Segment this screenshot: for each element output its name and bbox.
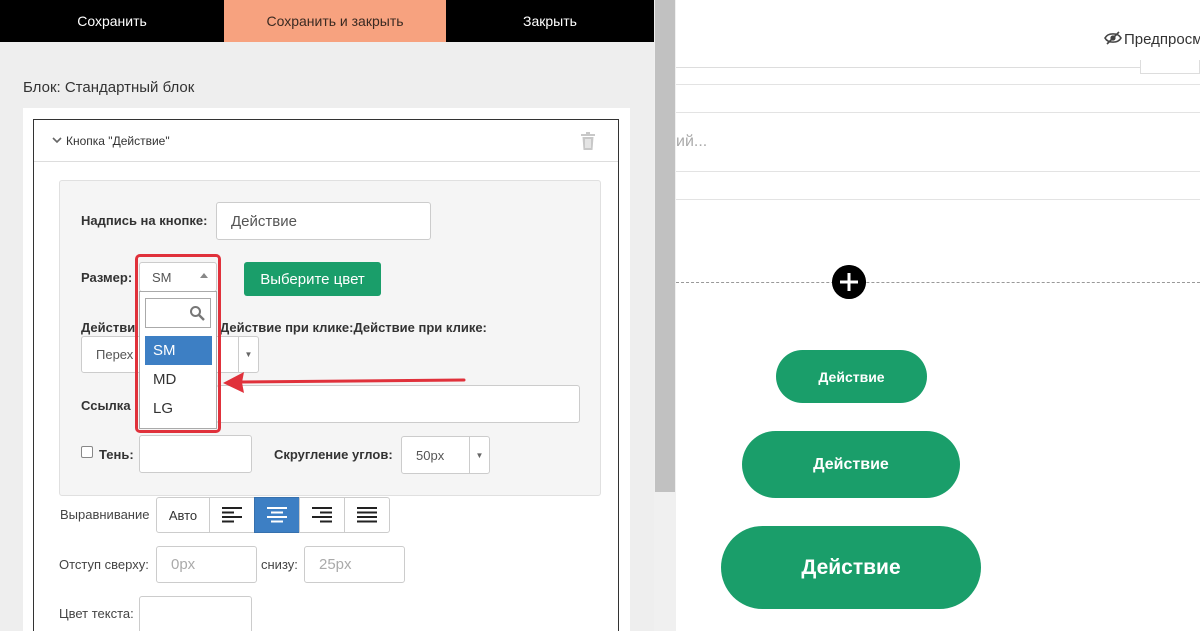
action-select-value: Перех bbox=[96, 347, 134, 362]
chevron-down-icon[interactable] bbox=[52, 135, 62, 145]
action-label-repeat: Действие при клике:Действие при клике: bbox=[220, 320, 487, 335]
save-and-close-button[interactable]: Сохранить и закрыть bbox=[224, 0, 446, 42]
align-label: Выравнивание bbox=[60, 507, 150, 522]
caption-label: Надпись на кнопке: bbox=[81, 213, 208, 228]
align-right-button[interactable] bbox=[299, 497, 345, 533]
preview-tab bbox=[1140, 60, 1200, 74]
radius-label: Скругление углов: bbox=[274, 447, 393, 462]
text-color-label: Цвет текста: bbox=[59, 606, 134, 621]
link-input[interactable] bbox=[216, 385, 580, 423]
chevron-up-icon bbox=[200, 273, 208, 278]
divider bbox=[676, 171, 1200, 172]
divider bbox=[676, 84, 1200, 85]
plus-circle-icon[interactable] bbox=[832, 265, 866, 299]
size-label: Размер: bbox=[81, 270, 133, 285]
close-button[interactable]: Закрыть bbox=[446, 0, 654, 42]
size-select[interactable]: SM bbox=[139, 262, 217, 292]
placeholder-text: ий... bbox=[676, 133, 708, 150]
size-dropdown: SM MD LG bbox=[139, 291, 217, 429]
margin-bottom-input[interactable]: 25px bbox=[304, 546, 405, 583]
align-left-icon bbox=[222, 507, 242, 523]
align-center-icon bbox=[267, 507, 287, 523]
editor-toolbar: Сохранить Сохранить и закрыть Закрыть bbox=[0, 0, 654, 42]
size-option-lg[interactable]: LG bbox=[145, 394, 212, 423]
chevron-down-icon: ▼ bbox=[238, 337, 258, 372]
divider bbox=[676, 112, 1200, 113]
align-center-button[interactable] bbox=[254, 497, 300, 533]
card-header[interactable]: Кнопка "Действие" bbox=[34, 120, 618, 162]
editor-panel: Сохранить Сохранить и закрыть Закрыть Бл… bbox=[0, 0, 654, 631]
size-option-sm[interactable]: SM bbox=[145, 336, 212, 365]
margin-bottom-label: снизу: bbox=[261, 557, 298, 572]
caption-input[interactable]: Действие bbox=[216, 202, 431, 240]
search-icon bbox=[190, 306, 205, 321]
shadow-checkbox[interactable] bbox=[81, 446, 93, 458]
radius-select-value: 50px bbox=[416, 447, 445, 463]
preview-button-medium[interactable]: Действие bbox=[742, 431, 960, 498]
shadow-label: Тень: bbox=[99, 447, 134, 462]
text-color-input[interactable] bbox=[139, 596, 252, 631]
divider bbox=[676, 199, 1200, 200]
margin-top-input[interactable]: 0px bbox=[156, 546, 257, 583]
chevron-down-icon: ▼ bbox=[469, 437, 489, 473]
save-button[interactable]: Сохранить bbox=[0, 0, 224, 42]
preview-area: Предпросм ий... Действие Действие Действ… bbox=[676, 0, 1200, 631]
align-auto-button[interactable]: Авто bbox=[156, 497, 210, 533]
align-right-icon bbox=[312, 507, 332, 523]
size-option-md[interactable]: MD bbox=[145, 365, 212, 394]
size-search-input[interactable] bbox=[145, 298, 211, 328]
preview-button-small[interactable]: Действие bbox=[776, 350, 927, 403]
trash-icon[interactable] bbox=[580, 132, 596, 150]
align-justify-icon bbox=[357, 507, 377, 523]
link-label: Ссылка bbox=[81, 398, 131, 413]
eye-icon[interactable] bbox=[1104, 31, 1122, 45]
card-title: Кнопка "Действие" bbox=[66, 134, 170, 148]
align-left-button[interactable] bbox=[209, 497, 255, 533]
align-justify-button[interactable] bbox=[344, 497, 390, 533]
preview-link[interactable]: Предпросм bbox=[1124, 31, 1200, 48]
preview-header: Предпросм bbox=[676, 0, 1200, 68]
size-select-value: SM bbox=[152, 269, 172, 285]
block-separator bbox=[676, 282, 1200, 283]
margin-top-label: Отступ сверху: bbox=[59, 557, 149, 572]
shadow-input[interactable] bbox=[139, 435, 252, 473]
action-label: Действи bbox=[81, 320, 136, 335]
editor-scrollbar-thumb[interactable] bbox=[655, 0, 675, 492]
choose-color-button[interactable]: Выберите цвет bbox=[244, 262, 381, 296]
block-title: Блок: Стандартный блок bbox=[23, 79, 195, 96]
alignment-button-group: Авто bbox=[156, 497, 390, 533]
preview-button-large[interactable]: Действие bbox=[721, 526, 981, 609]
radius-select[interactable]: 50px ▼ bbox=[401, 436, 490, 474]
